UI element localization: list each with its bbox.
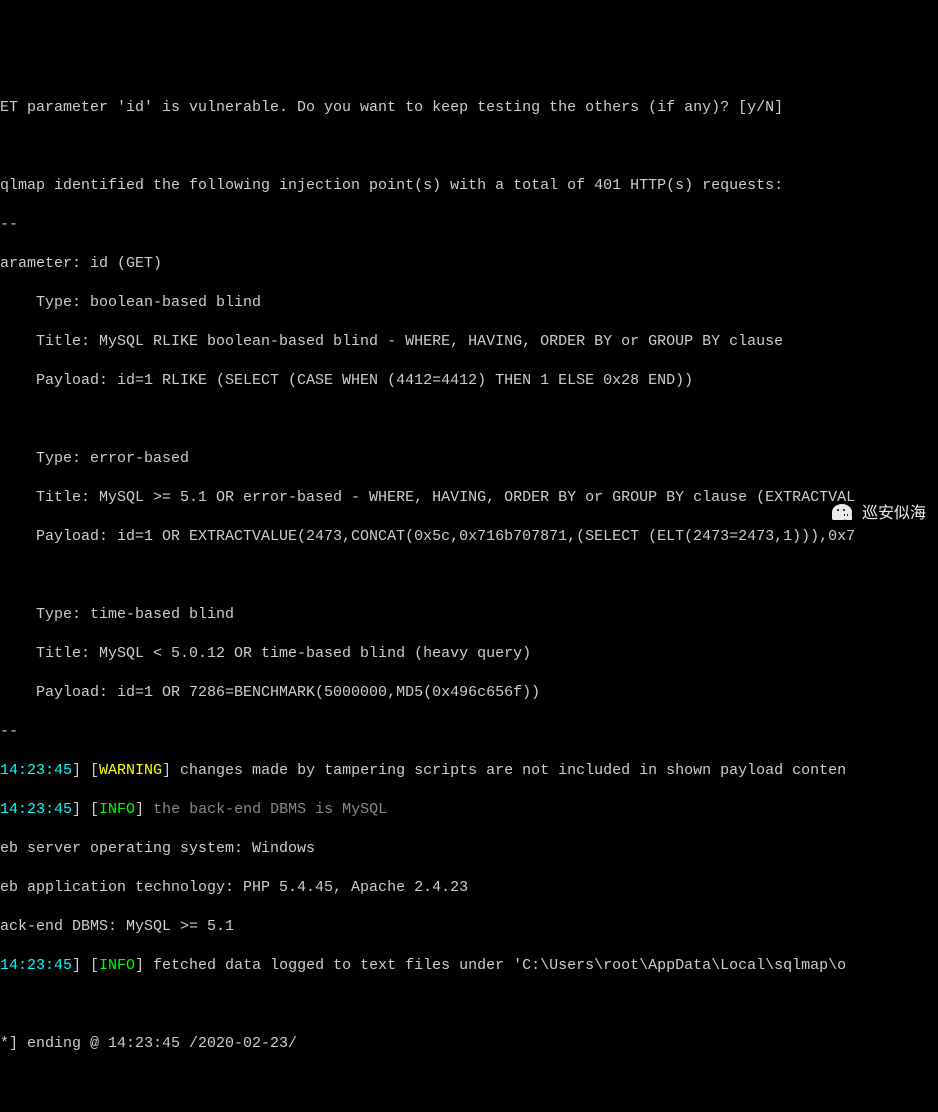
output-line [0,566,938,586]
output-line: ack-end DBMS: MySQL >= 5.1 [0,917,938,937]
output-line: Payload: id=1 RLIKE (SELECT (CASE WHEN (… [0,371,938,391]
info-message: the back-end DBMS is MySQL [153,801,387,818]
output-line: Title: MySQL >= 5.1 OR error-based - WHE… [0,488,938,508]
output-line: *] ending @ 14:23:45 /2020-02-23/ [0,1034,938,1054]
output-line: Type: error-based [0,449,938,469]
terminal-output[interactable]: ET parameter 'id' is vulnerable. Do you … [0,78,938,1112]
output-line: Payload: id=1 OR 7286=BENCHMARK(5000000,… [0,683,938,703]
timestamp: 14:23:45 [0,801,72,818]
output-line [0,410,938,430]
log-line-info: 14:23:45] [INFO] the back-end DBMS is My… [0,800,938,820]
timestamp: 14:23:45 [0,762,72,779]
output-line: Payload: id=1 OR EXTRACTVALUE(2473,CONCA… [0,527,938,547]
output-line: -- [0,722,938,742]
info-label: INFO [99,957,135,974]
output-line [0,1073,938,1093]
output-line: eb server operating system: Windows [0,839,938,859]
output-line [0,137,938,157]
wechat-icon [828,502,856,526]
log-line-warning: 14:23:45] [WARNING] changes made by tamp… [0,761,938,781]
watermark: 巡安似海 [828,502,926,526]
output-line: Title: MySQL < 5.0.12 OR time-based blin… [0,644,938,664]
output-line: ET parameter 'id' is vulnerable. Do you … [0,98,938,118]
output-line: Type: boolean-based blind [0,293,938,313]
output-line: Type: time-based blind [0,605,938,625]
log-line-info: 14:23:45] [INFO] fetched data logged to … [0,956,938,976]
watermark-text: 巡安似海 [862,504,926,525]
output-line: arameter: id (GET) [0,254,938,274]
output-line: -- [0,215,938,235]
output-line: qlmap identified the following injection… [0,176,938,196]
warning-label: WARNING [99,762,162,779]
timestamp: 14:23:45 [0,957,72,974]
output-line: eb application technology: PHP 5.4.45, A… [0,878,938,898]
output-line [0,995,938,1015]
output-line: Title: MySQL RLIKE boolean-based blind -… [0,332,938,352]
info-label: INFO [99,801,135,818]
